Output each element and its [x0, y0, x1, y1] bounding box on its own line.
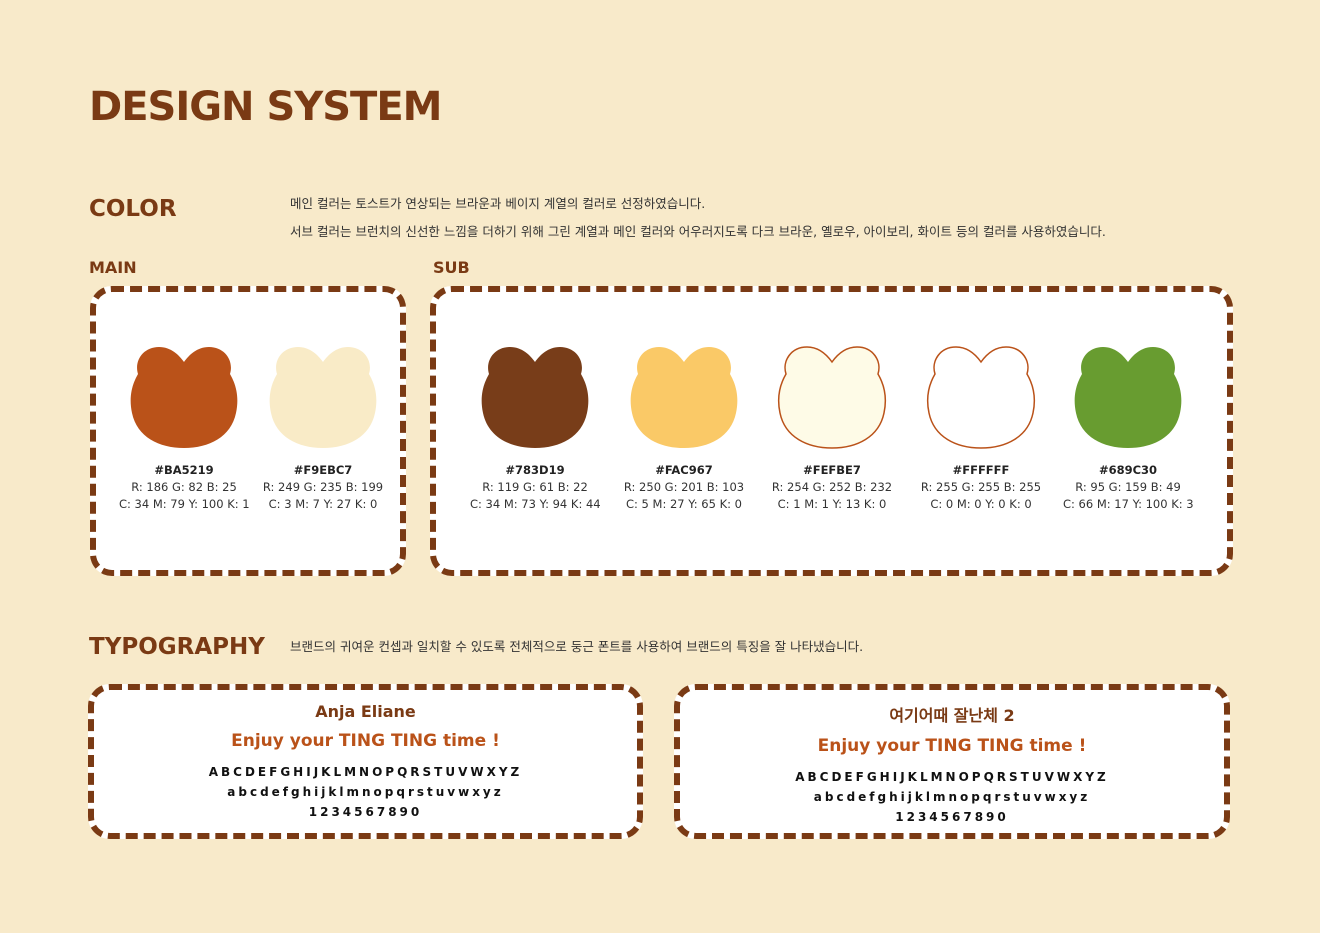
bear-head-shape-icon	[269, 347, 377, 448]
color-description: 메인 컬러는 토스트가 연상되는 브라운과 베이지 계열의 컬러로 선정하였습니…	[290, 190, 1106, 246]
bear-head-shape-icon	[1074, 347, 1182, 448]
swatch-hex: #F9EBC7	[293, 463, 353, 477]
sub-swatch: #783D19 R: 119 G: 61 B: 22 C: 34 M: 73 Y…	[470, 337, 601, 511]
swatch-rgb: R: 255 G: 255 B: 255	[920, 480, 1042, 494]
swatch-cmyk: C: 1 M: 1 Y: 13 K: 0	[777, 497, 887, 511]
typography-description: 브랜드의 귀여운 컨셉과 일치할 수 있도록 전체적으로 둥근 폰트를 사용하여…	[290, 639, 864, 654]
swatch-hex: #FEFBE7	[803, 463, 861, 477]
font-specimen: 여기어때 잘난체 2 Enjuy your TING TING time ! A…	[680, 702, 1224, 824]
swatch-rgb: R: 249 G: 235 B: 199	[262, 480, 384, 494]
swatch-rgb: R: 254 G: 252 B: 232	[771, 480, 893, 494]
bear-head-shape-icon	[130, 347, 238, 448]
swatch-hex: #783D19	[505, 463, 565, 477]
font-lowercase: abcdefghijklmnopqrstuvwxyz	[813, 790, 1091, 804]
swatch-hex: #FAC967	[655, 463, 713, 477]
swatch-cmyk: C: 3 M: 7 Y: 27 K: 0	[268, 497, 378, 511]
typography-heading: TYPOGRAPHY	[89, 634, 265, 660]
swatch-hex: #BA5219	[154, 463, 214, 477]
sub-swatch: #689C30 R: 95 G: 159 B: 49 C: 66 M: 17 Y…	[1063, 337, 1194, 511]
swatch-cmyk: C: 66 M: 17 Y: 100 K: 3	[1063, 497, 1194, 511]
sub-colors-label: SUB	[433, 258, 470, 277]
font-name: 여기어때 잘난체 2	[889, 706, 1015, 725]
color-heading: COLOR	[89, 196, 177, 222]
swatch-rgb: R: 186 G: 82 B: 25	[131, 480, 237, 494]
sub-colors-panel: #783D19 R: 119 G: 61 B: 22 C: 34 M: 73 Y…	[430, 286, 1233, 576]
main-swatch: #F9EBC7 R: 249 G: 235 B: 199 C: 3 M: 7 Y…	[258, 337, 388, 511]
color-desc-line-1: 메인 컬러는 토스트가 연상되는 브라운과 베이지 계열의 컬러로 선정하였습니…	[290, 196, 706, 211]
font-sample-text: Enjuy your TING TING time !	[817, 736, 1087, 756]
swatch-cmyk: C: 34 M: 73 Y: 94 K: 44	[470, 497, 601, 511]
swatch-rgb: R: 95 G: 159 B: 49	[1075, 480, 1181, 494]
bear-head-shape-icon	[777, 346, 887, 449]
color-desc-line-2: 서브 컬러는 브런치의 신선한 느낌을 더하기 위해 그린 계열과 메인 컬러와…	[290, 224, 1106, 239]
font-specimen: Anja Eliane Enjuy your TING TING time ! …	[94, 702, 637, 819]
sub-swatch: #FEFBE7 R: 254 G: 252 B: 232 C: 1 M: 1 Y…	[767, 337, 897, 511]
font-uppercase: ABCDEFGHIJKLMNOPQRSTUVWXYZ	[795, 770, 1109, 784]
bear-head-shape-icon	[481, 347, 589, 448]
swatch-rgb: R: 250 G: 201 B: 103	[623, 480, 745, 494]
main-colors-panel: #BA5219 R: 186 G: 82 B: 25 C: 34 M: 79 Y…	[90, 286, 406, 576]
bear-head-shape-icon	[630, 347, 738, 448]
swatch-hex: #FFFFFF	[952, 463, 1010, 477]
swatch-hex: #689C30	[1098, 463, 1158, 477]
font-name: Anja Eliane	[315, 702, 416, 721]
font-sample-text: Enjuy your TING TING time !	[231, 731, 500, 751]
font-uppercase: ABCDEFGHIJKLMNOPQRSTUVWXYZ	[208, 765, 523, 779]
swatch-cmyk: C: 5 M: 27 Y: 65 K: 0	[626, 497, 742, 511]
page-title: DESIGN SYSTEM	[89, 84, 442, 130]
font-panel-jalnan: 여기어때 잘난체 2 Enjuy your TING TING time ! A…	[674, 684, 1230, 839]
bear-head-shape-icon	[926, 346, 1036, 449]
swatch-cmyk: C: 0 M: 0 Y: 0 K: 0	[930, 497, 1032, 511]
font-digits: 1234567890	[308, 805, 423, 819]
font-lowercase: abcdefghijklmnopqrstuvwxyz	[227, 785, 504, 799]
swatch-cmyk: C: 34 M: 79 Y: 100 K: 1	[119, 497, 250, 511]
main-colors-label: MAIN	[89, 258, 137, 277]
font-panel-anja-eliane: Anja Eliane Enjuy your TING TING time ! …	[88, 684, 643, 839]
sub-swatch: #FAC967 R: 250 G: 201 B: 103 C: 5 M: 27 …	[619, 337, 749, 511]
main-swatch: #BA5219 R: 186 G: 82 B: 25 C: 34 M: 79 Y…	[119, 337, 250, 511]
sub-swatch: #FFFFFF R: 255 G: 255 B: 255 C: 0 M: 0 Y…	[916, 337, 1046, 511]
swatch-rgb: R: 119 G: 61 B: 22	[482, 480, 588, 494]
font-digits: 1234567890	[895, 810, 1009, 824]
